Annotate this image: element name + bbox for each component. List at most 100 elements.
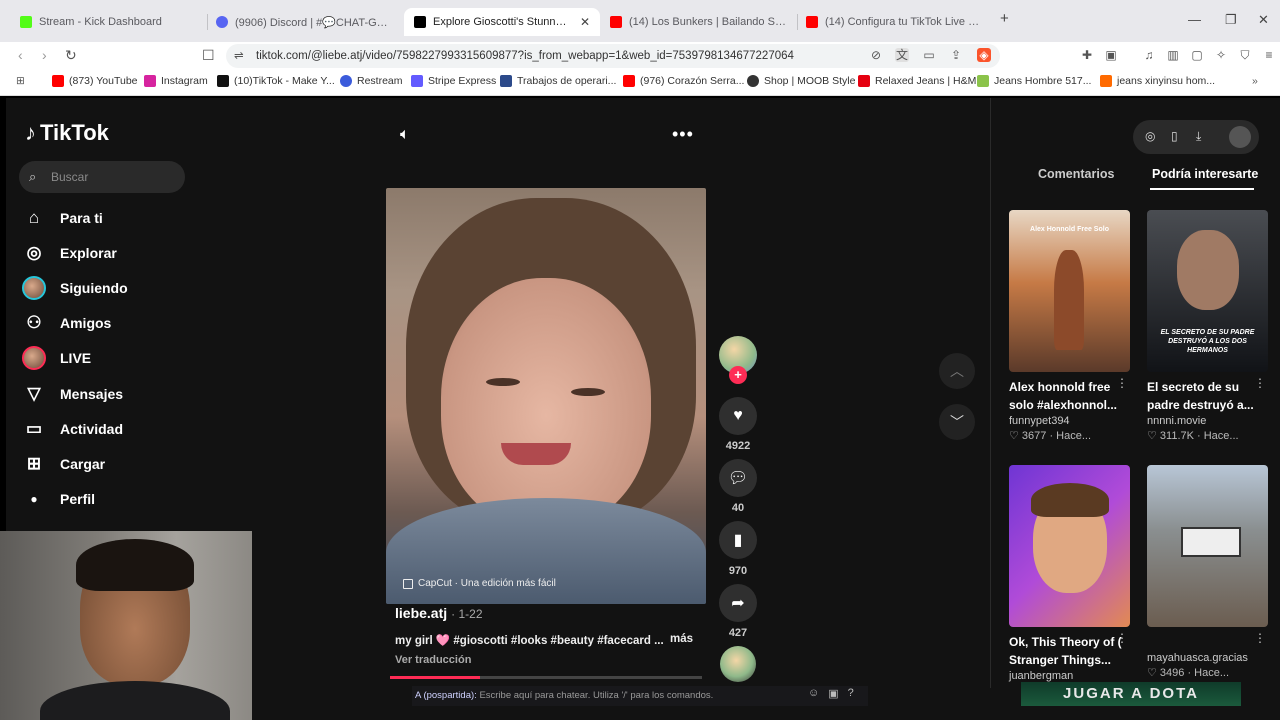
more-options-icon[interactable]: ••• [672,124,694,145]
url-field[interactable]: ⇌ tiktok.com/@liebe.atj/video/7598227993… [226,44,1000,68]
tab-podria-interesarte[interactable]: Podría interesarte [1152,167,1258,181]
more-vertical-icon[interactable]: ⋮ [1254,376,1266,390]
nav-cargar[interactable]: ⊞ Cargar [22,452,105,476]
progress-fill [390,676,481,679]
media-icon[interactable]: ♫ [1142,48,1156,62]
cast-icon[interactable]: ▭ [922,48,936,62]
follow-button[interactable]: + [729,366,747,384]
reload-icon[interactable]: ↻ [65,47,77,64]
video-frame-eye [486,378,520,386]
close-window-button[interactable]: ✕ [1258,12,1269,28]
more-vertical-icon[interactable]: ⋮ [1254,631,1266,645]
site-info-icon[interactable]: ⇌ [234,44,244,68]
volume-icon[interactable]: 🔈︎ [400,126,410,144]
sidebar-icon[interactable]: ▥ [1166,48,1180,62]
stream-chat-input[interactable]: A (pospartida): Escribe aquí para chatea… [412,686,868,706]
recommendation-card[interactable]: Alex Honnold Free Solo Alex honnold free… [1009,210,1130,442]
window-icon[interactable]: ▢ [1190,48,1204,62]
nav-live[interactable]: LIVE [22,346,91,370]
nav-amigos[interactable]: ⚇ Amigos [22,311,111,335]
more-vertical-icon[interactable]: ⋮ [1116,631,1128,645]
translate-link[interactable]: Ver traducción [395,654,471,666]
nav-perfil[interactable]: ● Perfil [22,487,95,511]
emoji-icon[interactable]: ☺ [808,687,819,700]
youtube-icon [806,16,818,28]
video-frame-mouth [501,443,571,465]
caption-more-link[interactable]: más [670,633,693,645]
recommendation-card[interactable]: Ok, This Theory of ( Stranger Things... … [1009,465,1130,682]
recommendation-card[interactable]: EL SECRETO DE SU PADRE DESTRUYÓ A LOS DO… [1147,210,1268,442]
restream-icon [340,75,352,87]
bookmark-xinyinsu[interactable]: jeans xinyinsu hom... [1100,75,1215,87]
bookmark-label: Relaxed Jeans | H&M [875,75,977,87]
nav-mensajes[interactable]: ▽ Mensajes [22,382,123,406]
video-thumbnail: EL SECRETO DE SU PADRE DESTRUYÓ A LOS DO… [1147,210,1268,372]
gif-icon[interactable]: ▣ [828,687,838,700]
bookmark-label: (976) Corazón Serra... [640,75,745,87]
share-icon[interactable]: ⇪ [949,48,963,62]
search-input[interactable]: ⌕ Buscar [19,161,185,193]
video-progress-bar[interactable] [390,676,702,679]
video-thumbnail [1147,465,1268,627]
share-button[interactable]: ➦ [719,584,757,622]
menu-icon[interactable]: ≡ [1262,48,1276,62]
bookmark-corazon[interactable]: (976) Corazón Serra... [623,75,744,87]
search-placeholder: Buscar [51,170,89,184]
extensions-icon[interactable]: ✚ [1080,48,1094,62]
vpn-icon[interactable]: ⛉ [1238,48,1252,62]
previous-video-button[interactable]: ︿ [939,353,975,389]
nav-siguiendo[interactable]: Siguiendo [22,276,128,300]
video-author[interactable]: liebe.atj · 1-22 [395,605,483,621]
recommendation-card[interactable]: mayahuasca.gracias ♡ 3496 · Hace... ⋮ [1147,465,1268,679]
more-vertical-icon[interactable]: ⋮ [1116,376,1128,390]
close-tab-icon[interactable]: ✕ [580,15,590,29]
download-icon[interactable]: ⤓ [1196,129,1201,144]
bookmark-instagram[interactable]: Instagram [144,75,208,87]
translate-icon[interactable]: 文 [895,48,909,62]
save-button[interactable]: ▮ [719,521,757,559]
translate-off-icon[interactable]: ⊘ [869,48,883,62]
bookmark-hm[interactable]: Relaxed Jeans | H&M [858,75,976,87]
nav-actividad[interactable]: ▭ Actividad [22,417,123,441]
bookmark-label: jeans xinyinsu hom... [1117,75,1216,87]
bookmark-jeans-hombre[interactable]: Jeans Hombre 517... [977,75,1091,87]
chat-placeholder: Escribe aquí para chatear. Utiliza '/' p… [479,690,714,701]
music-disc[interactable] [720,646,756,682]
wallet-icon[interactable]: ▣ [1104,48,1118,62]
new-tab-button[interactable]: + [1000,10,1009,27]
tiktok-logo[interactable]: ♪ TikTok [25,120,109,146]
restore-button[interactable]: ❐ [1225,12,1237,28]
minimize-button[interactable]: — [1188,12,1201,27]
capcut-label[interactable]: CapCut · Una edición más fácil [403,578,556,589]
video-player[interactable] [386,188,706,604]
like-button[interactable]: ♥ [719,397,757,435]
apps-grid-icon[interactable]: ⊞ [16,75,25,87]
more-bookmarks-icon[interactable]: » [1252,75,1258,87]
bookmark-stripe[interactable]: Stripe Express [411,75,496,87]
tab-tiktok-active[interactable]: Explore Gioscotti's Stunning E ✕ [404,8,600,36]
phone-icon[interactable]: ▯ [1171,129,1178,143]
youtube-icon [52,75,64,87]
bookmark-youtube[interactable]: (873) YouTube [52,75,138,87]
avatar[interactable] [1229,126,1251,148]
nav-explorar[interactable]: ◎ Explorar [22,241,117,265]
brave-shield-icon[interactable]: ◈ [977,48,991,62]
bookmark-restream[interactable]: Restream [340,75,403,87]
bookmark-page-icon[interactable]: ☐ [202,47,215,64]
forward-icon[interactable]: › [42,47,47,63]
tab-kick[interactable]: Stream - Kick Dashboard [10,8,206,36]
tab-comentarios[interactable]: Comentarios [1038,167,1114,181]
help-icon[interactable]: ? [848,687,854,700]
bookmark-moob[interactable]: Shop | MOOB Style [747,75,855,87]
tab-youtube-tiktok-live[interactable]: (14) Configura tu TikTok Live para qu [796,8,992,36]
bookmark-trabajos[interactable]: Trabajos de operari... [500,75,616,87]
back-icon[interactable]: ‹ [18,47,23,63]
bookmark-tiktok[interactable]: (10)TikTok - Make Y... [217,75,335,87]
nav-para-ti[interactable]: ⌂ Para ti [22,206,103,230]
tab-discord[interactable]: (9906) Discord | #💬CHAT-GENERAL [206,8,402,36]
next-video-button[interactable]: ﹀ [939,404,975,440]
tab-youtube-bunkers[interactable]: (14) Los Bunkers | Bailando Solo [vid [600,8,796,36]
compass-icon[interactable]: ◎ [1145,129,1155,143]
leo-ai-icon[interactable]: ✧ [1214,48,1228,62]
comment-button[interactable]: 💬︎ [719,459,757,497]
